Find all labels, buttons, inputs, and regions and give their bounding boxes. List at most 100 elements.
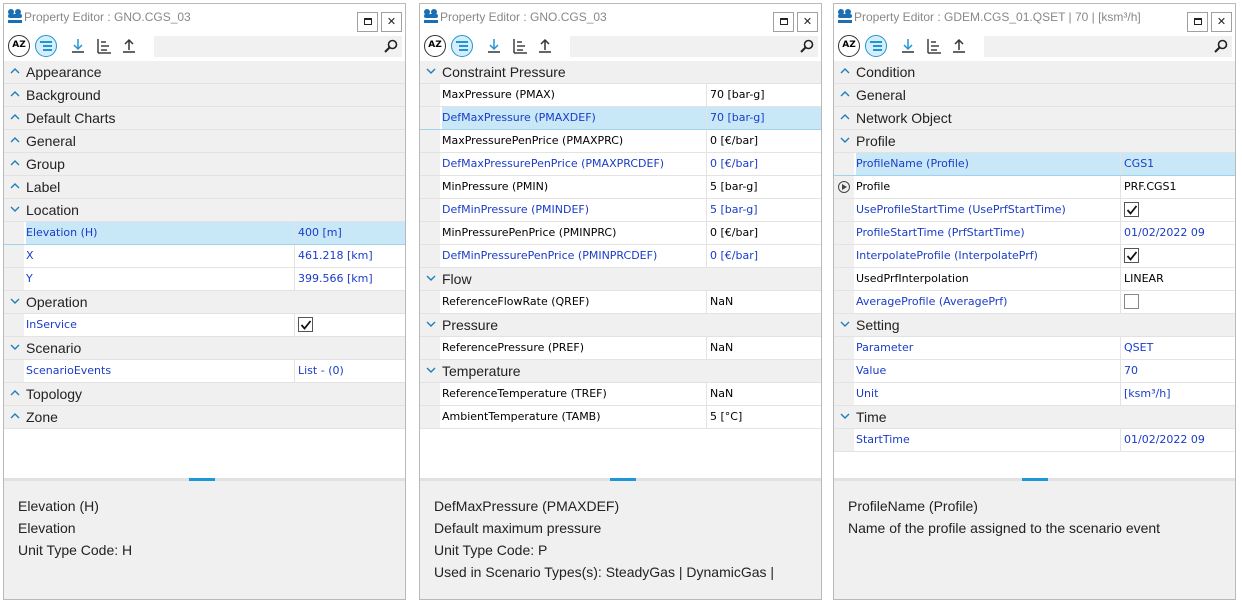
category-header[interactable]: Pressure — [420, 314, 821, 337]
category-header[interactable]: General — [834, 84, 1235, 107]
category-header[interactable]: Condition — [834, 61, 1235, 84]
property-value[interactable]: 70 — [1120, 360, 1235, 382]
checkbox-icon[interactable] — [298, 317, 313, 332]
chevron-down-icon[interactable] — [9, 203, 21, 215]
property-value[interactable]: 5 [°C] — [706, 406, 821, 428]
categorized-button[interactable] — [865, 35, 887, 57]
chevron-down-icon[interactable] — [425, 65, 437, 77]
property-value[interactable]: 461.218 [km] — [294, 245, 405, 267]
property-row[interactable]: ReferencePressure (PREF) NaN — [420, 337, 821, 360]
category-header[interactable]: Default Charts — [4, 107, 405, 130]
property-row[interactable]: MaxPressurePenPrice (PMAXPRC) 0 [€/bar] — [420, 130, 821, 153]
category-header[interactable]: Scenario — [4, 337, 405, 360]
property-row[interactable]: DefMinPressure (PMINDEF) 5 [bar-g] — [420, 199, 821, 222]
import-button[interactable] — [483, 35, 505, 57]
chevron-up-icon[interactable] — [9, 180, 21, 192]
tree-button[interactable] — [93, 35, 115, 57]
import-button[interactable] — [67, 35, 89, 57]
property-value[interactable] — [1120, 245, 1235, 267]
checkbox-icon[interactable] — [1124, 294, 1139, 309]
property-value[interactable]: 01/02/2022 09 — [1120, 222, 1235, 244]
property-value[interactable] — [1120, 291, 1235, 313]
property-value[interactable]: 5 [bar-g] — [706, 176, 821, 198]
category-header[interactable]: Network Object — [834, 107, 1235, 130]
property-value[interactable]: 0 [€/bar] — [706, 130, 821, 152]
property-row[interactable]: Y 399.566 [km] — [4, 268, 405, 291]
chevron-down-icon[interactable] — [9, 295, 21, 307]
property-value[interactable]: 0 [€/bar] — [706, 245, 821, 267]
chevron-down-icon[interactable] — [425, 364, 437, 376]
chevron-up-icon[interactable] — [9, 387, 21, 399]
category-header[interactable]: Profile — [834, 130, 1235, 153]
property-row[interactable]: MinPressure (PMIN) 5 [bar-g] — [420, 176, 821, 199]
chevron-up-icon[interactable] — [9, 410, 21, 422]
property-row[interactable]: ReferenceFlowRate (QREF) NaN — [420, 291, 821, 314]
category-header[interactable]: General — [4, 130, 405, 153]
property-row[interactable]: MaxPressure (PMAX) 70 [bar-g] — [420, 84, 821, 107]
category-header[interactable]: Constraint Pressure — [420, 61, 821, 84]
export-button[interactable] — [118, 35, 140, 57]
property-row[interactable]: ProfileStartTime (PrfStartTime) 01/02/202… — [834, 222, 1235, 245]
checkbox-icon[interactable] — [1124, 202, 1139, 217]
category-header[interactable]: Group — [4, 153, 405, 176]
search-input[interactable] — [984, 36, 1232, 57]
search-input[interactable] — [570, 36, 818, 57]
category-header[interactable]: Setting — [834, 314, 1235, 337]
category-header[interactable]: Label — [4, 176, 405, 199]
property-row[interactable]: Value 70 — [834, 360, 1235, 383]
restore-button[interactable] — [1187, 12, 1208, 32]
property-value[interactable]: NaN — [706, 291, 821, 313]
checkbox-icon[interactable] — [1124, 248, 1139, 263]
chevron-up-icon[interactable] — [839, 111, 851, 123]
import-button[interactable] — [897, 35, 919, 57]
sort-alphabetical-button[interactable]: AZ — [424, 35, 446, 57]
close-button[interactable]: ✕ — [1211, 12, 1232, 32]
property-value[interactable]: NaN — [706, 337, 821, 359]
property-row[interactable]: AmbientTemperature (TAMB) 5 [°C] — [420, 406, 821, 429]
property-value[interactable]: LINEAR — [1120, 268, 1235, 290]
property-value[interactable]: CGS1 — [1120, 153, 1235, 175]
category-header[interactable]: Time — [834, 406, 1235, 429]
chevron-up-icon[interactable] — [9, 111, 21, 123]
property-value[interactable]: List - (0) — [294, 360, 405, 382]
expand-arrow-icon[interactable] — [838, 181, 850, 193]
chevron-up-icon[interactable] — [9, 134, 21, 146]
export-button[interactable] — [534, 35, 556, 57]
chevron-down-icon[interactable] — [839, 318, 851, 330]
category-header[interactable]: Temperature — [420, 360, 821, 383]
chevron-up-icon[interactable] — [839, 88, 851, 100]
property-value[interactable] — [294, 314, 405, 336]
property-value[interactable]: 400 [m] — [294, 222, 405, 244]
category-header[interactable]: Location — [4, 199, 405, 222]
property-row[interactable]: ProfileName (Profile) CGS1 — [834, 153, 1235, 176]
close-button[interactable]: ✕ — [797, 12, 818, 32]
property-row[interactable]: MinPressurePenPrice (PMINPRC) 0 [€/bar] — [420, 222, 821, 245]
property-row[interactable]: Elevation (H) 400 [m] — [4, 222, 405, 245]
property-row[interactable]: UsedPrfInterpolation LINEAR — [834, 268, 1235, 291]
chevron-up-icon[interactable] — [9, 65, 21, 77]
property-value[interactable]: QSET — [1120, 337, 1235, 359]
chevron-up-icon[interactable] — [839, 65, 851, 77]
chevron-up-icon[interactable] — [9, 157, 21, 169]
property-value[interactable]: PRF.CGS1 — [1120, 176, 1235, 198]
restore-button[interactable] — [357, 12, 378, 32]
chevron-down-icon[interactable] — [839, 134, 851, 146]
property-value[interactable]: 01/02/2022 09 — [1120, 429, 1235, 451]
chevron-up-icon[interactable] — [9, 88, 21, 100]
property-row[interactable]: Profile PRF.CGS1 — [834, 176, 1235, 199]
chevron-down-icon[interactable] — [839, 410, 851, 422]
sort-alphabetical-button[interactable]: AZ — [8, 35, 30, 57]
categorized-button[interactable] — [35, 35, 57, 57]
property-row[interactable]: DefMaxPressure (PMAXDEF) 70 [bar-g] — [420, 107, 821, 130]
property-value[interactable]: 70 [bar-g] — [706, 84, 821, 106]
chevron-down-icon[interactable] — [425, 272, 437, 284]
property-row[interactable]: InterpolateProfile (InterpolatePrf) — [834, 245, 1235, 268]
property-row[interactable]: ReferenceTemperature (TREF) NaN — [420, 383, 821, 406]
category-header[interactable]: Operation — [4, 291, 405, 314]
property-value[interactable]: 0 [€/bar] — [706, 153, 821, 175]
chevron-down-icon[interactable] — [9, 341, 21, 353]
category-header[interactable]: Zone — [4, 406, 405, 429]
property-row[interactable]: StartTime 01/02/2022 09 — [834, 429, 1235, 452]
property-value[interactable]: 399.566 [km] — [294, 268, 405, 290]
category-header[interactable]: Background — [4, 84, 405, 107]
